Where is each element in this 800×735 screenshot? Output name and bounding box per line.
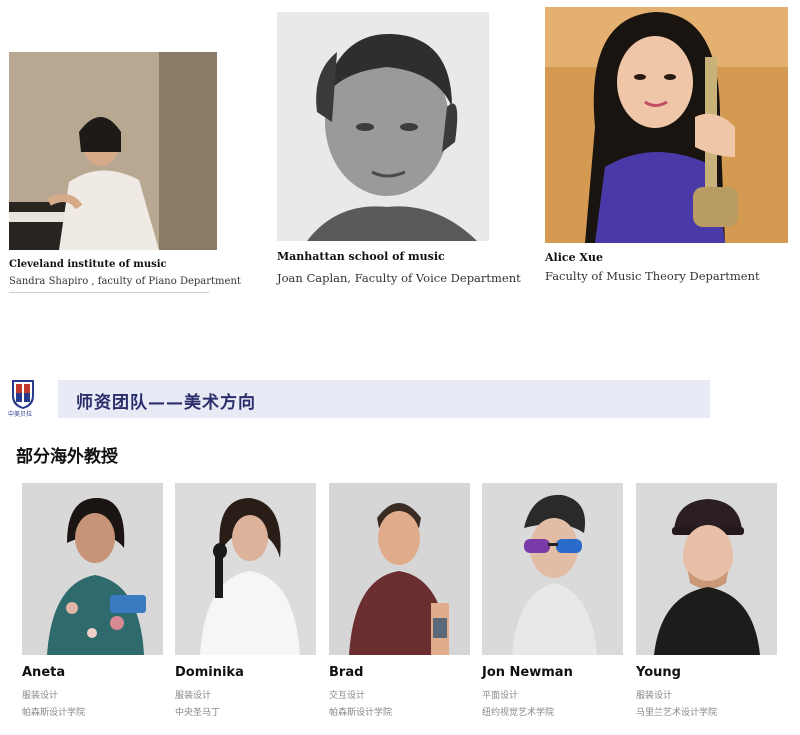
faculty-role: 服装设计 — [175, 691, 212, 701]
faculty-card: Brad 交互设计 帕森斯设计学院 — [329, 483, 470, 718]
faculty-name: Dominika — [175, 665, 244, 680]
faculty-name: Jon Newman — [482, 665, 573, 680]
faculty-role: 服装设计 — [22, 691, 59, 701]
faculty-card: Aneta 服装设计 帕森斯设计学院 — [22, 483, 163, 718]
faculty-school: 中央圣马丁 — [175, 708, 221, 718]
faculty-role: 交互设计 — [329, 691, 366, 701]
faculty-school: 帕森斯设计学院 — [22, 708, 86, 718]
joan-caplan-photo — [277, 12, 489, 241]
music-faculty-school: Cleveland institute of music — [9, 259, 167, 270]
faculty-school: 马里兰艺术设计学院 — [636, 708, 718, 718]
dominika-photo — [175, 483, 316, 655]
logo-caption: 中美贝拉 — [8, 411, 33, 418]
faculty-name: Brad — [329, 665, 364, 680]
subsection-title: 部分海外教授 — [16, 447, 118, 467]
faculty-school: 纽约视觉艺术学院 — [482, 708, 555, 718]
faculty-name: Aneta — [22, 665, 66, 680]
music-faculty-name: Alice Xue — [545, 251, 603, 264]
music-faculty-description: Joan Caplan, Faculty of Voice Department — [277, 271, 521, 285]
faculty-school: 帕森斯设计学院 — [329, 708, 393, 718]
section-header-bar: 师资团队——美术方向 — [58, 380, 710, 418]
faculty-role: 服装设计 — [636, 691, 673, 701]
faculty-card: Dominika 服装设计 中央圣马丁 — [175, 483, 316, 718]
alice-xue-photo — [545, 7, 788, 243]
jon-newman-photo — [482, 483, 623, 655]
faculty-card: Young 服装设计 马里兰艺术设计学院 — [636, 483, 777, 718]
music-faculty-description: Sandra Shapiro , faculty of Piano Depart… — [9, 276, 241, 287]
faculty-role: 平面设计 — [482, 691, 519, 701]
faculty-name: Young — [636, 665, 681, 680]
section-title: 师资团队——美术方向 — [76, 393, 256, 413]
faculty-card: Jon Newman 平面设计 纽约视觉艺术学院 — [482, 483, 623, 718]
music-faculty-school: Manhattan school of music — [277, 250, 445, 263]
brad-photo — [329, 483, 470, 655]
aneta-photo — [22, 483, 163, 655]
caption-underline — [9, 292, 209, 293]
young-photo — [636, 483, 777, 655]
sandra-shapiro-photo — [9, 52, 217, 250]
music-faculty-description: Faculty of Music Theory Department — [545, 269, 760, 283]
